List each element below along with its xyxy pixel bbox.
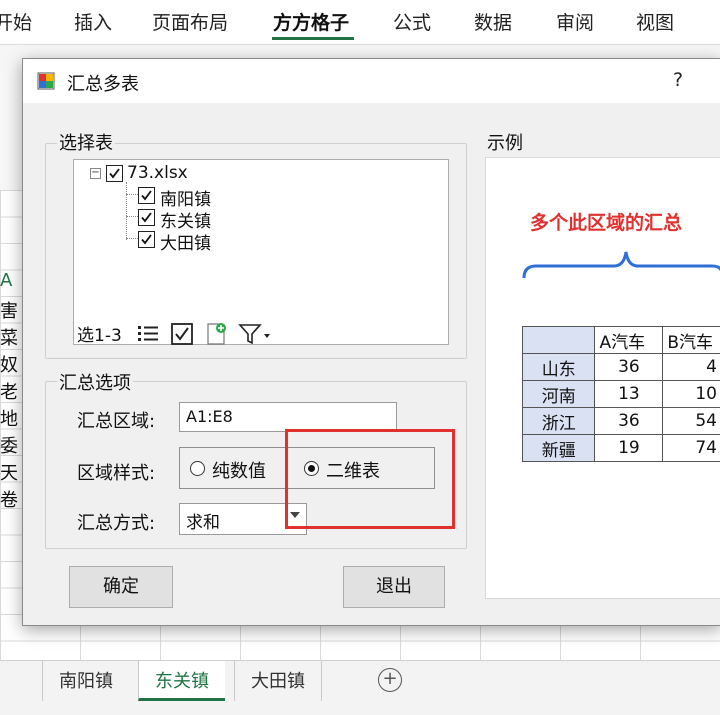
ribbon-tab-formulas[interactable]: 公式 <box>393 8 431 35</box>
annotation-highlight-box <box>285 429 455 529</box>
example-row-label: 河南 <box>521 380 596 408</box>
example-cell: 36 <box>594 353 664 381</box>
example-cell: 36 <box>594 407 664 435</box>
sheet-tree[interactable]: − 73.xlsx 南阳镇 东关镇 大田镇 <box>73 159 449 345</box>
ok-button[interactable]: 确定 <box>69 566 173 608</box>
ribbon-tab-bar: 开始 插入 页面布局 方方格子 公式 数据 审阅 视图 <box>0 0 720 45</box>
dialog-titlebar[interactable]: 汇总多表 ? <box>23 59 720 103</box>
cell-fragment[interactable]: 奴 <box>0 351 22 377</box>
sheet-checkbox-datian[interactable] <box>138 231 155 248</box>
check-icon <box>141 190 152 201</box>
radio-plain-values-label[interactable]: 纯数值 <box>212 457 266 483</box>
tree-connector <box>126 182 127 240</box>
active-tab-underline <box>272 37 354 40</box>
radio-plain-values[interactable] <box>190 461 205 476</box>
example-cell: 13 <box>594 380 664 408</box>
method-label: 汇总方式: <box>77 513 156 534</box>
check-icon <box>141 234 152 245</box>
example-row-label: 浙江 <box>521 407 596 435</box>
cell-fragment[interactable]: 老 <box>0 378 22 404</box>
example-header-cell <box>521 326 596 354</box>
root-checkbox[interactable] <box>106 165 123 182</box>
sheet-tab-nanyang[interactable]: 南阳镇 <box>42 661 129 701</box>
example-cell: 74 <box>662 434 720 462</box>
help-icon[interactable]: ? <box>673 69 683 91</box>
cell-fragment[interactable]: 菜 <box>0 324 22 350</box>
example-cell: 54 <box>662 407 720 435</box>
example-header-cell: A汽车 <box>594 326 664 354</box>
range-label: 汇总区域: <box>77 411 156 432</box>
cell-fragment[interactable]: 卷 <box>0 486 22 512</box>
example-row-label: 新疆 <box>521 434 596 462</box>
method-value: 求和 <box>186 513 220 533</box>
sheet-checkbox-dongguan[interactable] <box>138 209 155 226</box>
list-icon[interactable] <box>135 321 161 347</box>
select-sheets-label: 选择表 <box>57 129 115 155</box>
ribbon-tab-view[interactable]: 视图 <box>636 8 674 35</box>
summary-options-label: 汇总选项 <box>57 369 133 395</box>
ribbon-tab-page-layout[interactable]: 页面布局 <box>152 8 228 35</box>
range-input[interactable]: A1:E8 <box>179 402 397 432</box>
example-caption: 多个此区域的汇总 <box>530 212 683 234</box>
ribbon-tab-data[interactable]: 数据 <box>474 8 512 35</box>
cell-fragment[interactable]: 天 <box>0 459 22 485</box>
example-panel: 多个此区域的汇总 A汽车 B汽车 山东 36 4 河南 13 10 浙江 36 <box>485 157 720 599</box>
ribbon-tab-insert[interactable]: 插入 <box>74 8 112 35</box>
example-cell: 19 <box>594 434 664 462</box>
ribbon-tab-review[interactable]: 审阅 <box>556 8 594 35</box>
example-header-cell: B汽车 <box>662 326 720 354</box>
ribbon-tab-home[interactable]: 开始 <box>0 8 32 35</box>
sheet-tab-datian[interactable]: 大田镇 <box>234 661 322 701</box>
cell-fragment[interactable]: 害 <box>0 297 22 323</box>
selection-count: 选1-3 <box>77 326 122 346</box>
sheet-checkbox-nanyang[interactable] <box>138 187 155 204</box>
example-label: 示例 <box>485 129 525 155</box>
example-table: A汽车 B汽车 山东 36 4 河南 13 10 浙江 36 54 新疆 19 <box>521 326 720 462</box>
sheet-tab-bar: 南阳镇 东关镇 大田镇 <box>0 660 720 715</box>
ribbon-tab-fangfang[interactable]: 方方格子 <box>273 8 349 35</box>
tree-connector <box>126 216 138 217</box>
tree-collapse-icon[interactable]: − <box>90 168 101 179</box>
check-icon <box>109 168 120 179</box>
style-label: 区域样式: <box>77 463 156 484</box>
add-sheet-icon[interactable]: + <box>378 668 402 692</box>
tree-item-datian[interactable]: 大田镇 <box>160 229 211 254</box>
add-document-icon[interactable] <box>203 321 229 347</box>
exit-button[interactable]: 退出 <box>343 566 445 608</box>
tree-connector <box>126 194 138 195</box>
dialog-title: 汇总多表 <box>67 74 139 95</box>
check-icon <box>141 212 152 223</box>
cell-fragment[interactable]: 委 <box>0 432 22 458</box>
app-icon <box>37 72 55 90</box>
brace-icon <box>522 251 720 279</box>
cell-fragment[interactable]: 地 <box>0 405 22 431</box>
select-all-checkbox-icon[interactable] <box>169 321 195 347</box>
example-row-label: 山东 <box>521 353 596 381</box>
tree-root-file[interactable]: 73.xlsx <box>127 163 188 183</box>
tree-connector <box>126 238 138 239</box>
summary-dialog: 汇总多表 ? 选择表 − 73.xlsx 南阳镇 东关镇 大田镇 选1-3 汇总… <box>22 58 720 626</box>
example-cell: 10 <box>662 380 720 408</box>
example-cell: 4 <box>662 353 720 381</box>
filter-dropdown-icon[interactable] <box>237 321 273 347</box>
sheet-tab-dongguan[interactable]: 东关镇 <box>138 661 225 701</box>
column-a-header[interactable]: A <box>0 270 22 296</box>
